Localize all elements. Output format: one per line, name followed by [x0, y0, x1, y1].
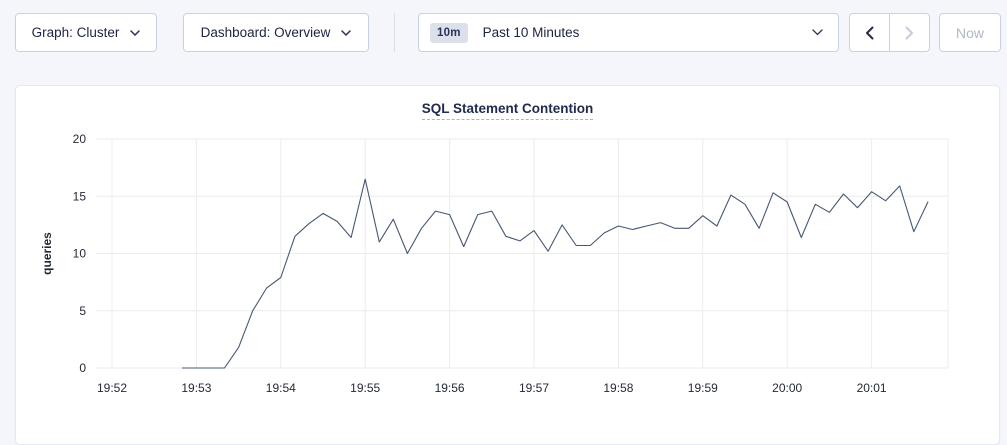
svg-text:0: 0 [79, 361, 86, 375]
graph-dropdown-label: Graph: Cluster [32, 25, 120, 40]
svg-text:19:54: 19:54 [266, 381, 296, 395]
svg-text:19:56: 19:56 [435, 381, 465, 395]
svg-text:5: 5 [79, 304, 86, 318]
chevron-down-icon [341, 30, 351, 36]
dashboard-dropdown[interactable]: Dashboard: Overview [183, 13, 369, 52]
svg-text:15: 15 [73, 189, 87, 203]
svg-text:20: 20 [73, 132, 87, 146]
chevron-down-icon [812, 29, 823, 36]
contention-chart[interactable]: 0 5 10 15 20 19:52 19:53 19:54 19:55 19:56 19:57 19… [16, 86, 1001, 431]
time-range-picker[interactable]: 10m Past 10 Minutes [418, 13, 839, 52]
now-button[interactable]: Now [939, 13, 1001, 52]
toolbar-divider [394, 13, 395, 52]
svg-text:19:58: 19:58 [603, 381, 633, 395]
svg-text:19:53: 19:53 [181, 381, 211, 395]
prev-time-button[interactable] [850, 14, 889, 51]
chevron-left-icon [865, 26, 874, 40]
chevron-right-icon [905, 26, 914, 40]
time-range-badge: 10m [430, 23, 468, 43]
time-nav-group [849, 13, 930, 52]
time-range-label: Past 10 Minutes [483, 25, 580, 40]
svg-text:queries: queries [40, 232, 54, 275]
chart-card: SQL Statement Contention 0 5 10 15 20 19:52 19… [15, 85, 1000, 445]
chart-title-row: SQL Statement Contention [16, 100, 999, 120]
svg-text:20:00: 20:00 [772, 381, 802, 395]
svg-text:19:52: 19:52 [97, 381, 127, 395]
svg-text:10: 10 [73, 247, 87, 261]
svg-text:19:59: 19:59 [688, 381, 718, 395]
svg-text:19:55: 19:55 [350, 381, 380, 395]
chevron-down-icon [130, 30, 140, 36]
next-time-button[interactable] [889, 14, 929, 51]
toolbar: Graph: Cluster Dashboard: Overview 10m P… [15, 13, 1001, 52]
graph-dropdown[interactable]: Graph: Cluster [15, 13, 157, 52]
dashboard-dropdown-label: Dashboard: Overview [201, 25, 331, 40]
chart-title[interactable]: SQL Statement Contention [422, 101, 594, 120]
svg-text:20:01: 20:01 [857, 381, 887, 395]
svg-text:19:57: 19:57 [519, 381, 549, 395]
